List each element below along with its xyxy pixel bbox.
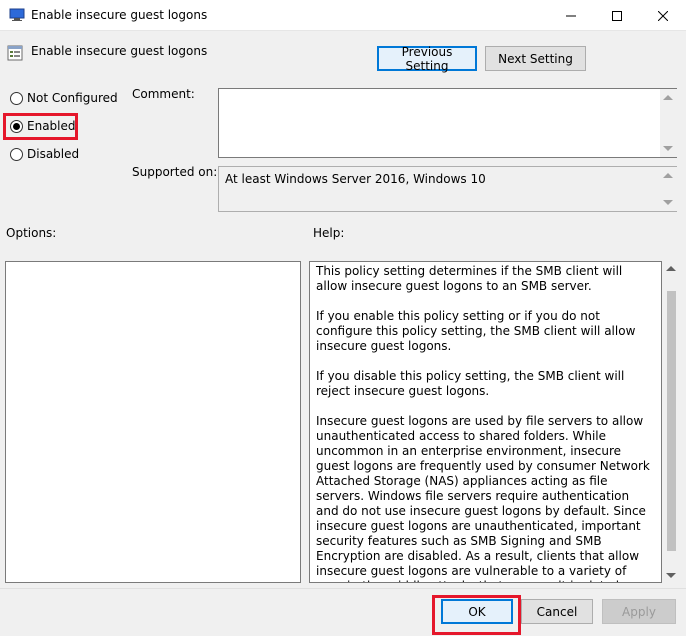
supported-on-label: Supported on:	[132, 165, 218, 179]
policy-app-icon	[9, 8, 25, 21]
radio-disabled[interactable]: Disabled	[10, 147, 79, 161]
supported-scrollbar[interactable]	[660, 167, 677, 211]
comment-scrollbar[interactable]	[660, 89, 677, 157]
scroll-down-icon	[663, 146, 673, 151]
title-bar: Enable insecure guest logons	[0, 0, 686, 31]
radio-label: Not Configured	[27, 91, 118, 105]
ok-highlight-box	[432, 595, 521, 635]
help-label: Help:	[313, 226, 345, 240]
minimize-button[interactable]	[548, 0, 594, 31]
scroll-thumb[interactable]	[667, 291, 676, 551]
supported-on-value: At least Windows Server 2016, Windows 10	[225, 172, 486, 186]
window-title: Enable insecure guest logons	[31, 8, 208, 22]
dialog-scrollbar[interactable]	[663, 261, 680, 583]
scroll-down-icon	[666, 573, 676, 578]
comment-textarea[interactable]	[218, 88, 677, 158]
next-setting-button[interactable]: Next Setting	[485, 46, 586, 71]
maximize-icon	[612, 10, 622, 21]
help-text-panel: This policy setting determines if the SM…	[309, 261, 662, 583]
options-panel	[5, 261, 301, 583]
help-paragraph: This policy setting determines if the SM…	[316, 264, 623, 293]
footer-divider	[0, 588, 686, 589]
setting-title: Enable insecure guest logons	[31, 44, 208, 58]
maximize-button[interactable]	[594, 0, 640, 31]
scroll-up-icon	[663, 95, 673, 100]
radio-not-configured[interactable]: Not Configured	[10, 91, 118, 105]
help-paragraph: If you enable this policy setting or if …	[316, 309, 636, 353]
comment-label: Comment:	[132, 87, 195, 101]
scroll-down-icon	[663, 200, 673, 205]
scroll-up-icon	[663, 173, 673, 178]
setting-icon	[7, 45, 23, 61]
minimize-icon	[566, 15, 576, 16]
radio-circle	[10, 91, 23, 105]
close-button[interactable]	[640, 0, 686, 31]
supported-on-field: At least Windows Server 2016, Windows 10	[218, 166, 677, 212]
help-paragraph: If you disable this policy setting, the …	[316, 369, 625, 398]
apply-button[interactable]: Apply	[602, 599, 676, 624]
previous-setting-button[interactable]: Previous Setting	[377, 45, 477, 73]
radio-circle	[10, 147, 23, 161]
radio-label: Disabled	[27, 147, 80, 161]
close-icon	[658, 10, 668, 21]
options-label: Options:	[6, 226, 57, 240]
cancel-button[interactable]: Cancel	[521, 599, 593, 624]
scroll-up-icon	[666, 266, 676, 271]
enabled-highlight-box	[3, 113, 78, 140]
help-paragraph: Insecure guest logons are used by file s…	[316, 414, 650, 582]
